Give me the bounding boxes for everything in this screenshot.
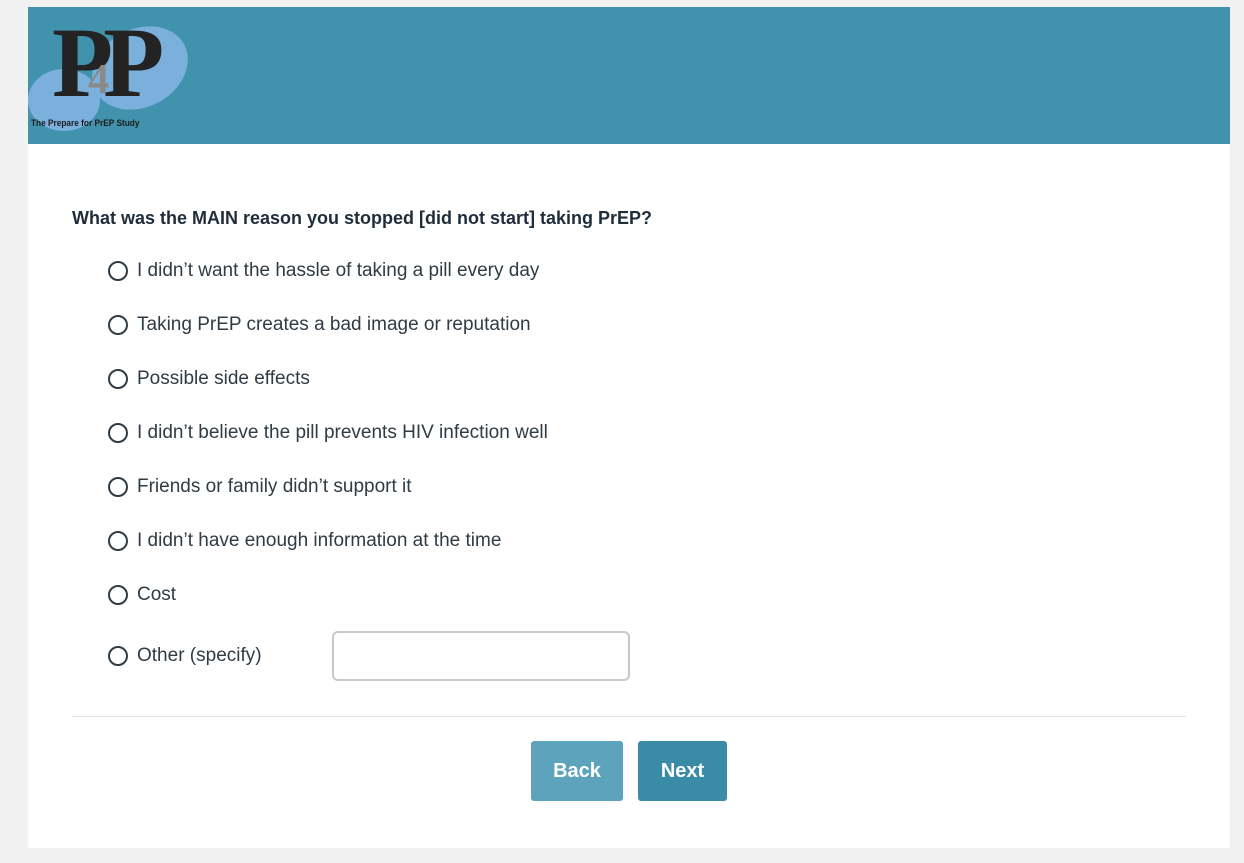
radio-button[interactable] (108, 261, 128, 281)
radio-button[interactable] (108, 646, 128, 666)
option-label: I didn’t have enough information at the … (137, 530, 502, 551)
option-label: Taking PrEP creates a bad image or reput… (137, 314, 531, 335)
option-label: I didn’t want the hassle of taking a pil… (137, 260, 540, 281)
option-cost[interactable]: Cost (108, 580, 176, 610)
divider (72, 716, 1186, 717)
survey-card: PP 4 The Prepare for PrEP Study What was… (28, 7, 1230, 848)
option-label: Other (specify) (137, 645, 262, 666)
option-not-enough-info[interactable]: I didn’t have enough information at the … (108, 526, 501, 556)
option-bad-image[interactable]: Taking PrEP creates a bad image or reput… (108, 310, 531, 340)
question-text: What was the MAIN reason you stopped [di… (72, 208, 653, 228)
radio-button[interactable] (108, 369, 128, 389)
option-label: Friends or family didn’t support it (137, 476, 412, 497)
radio-button[interactable] (108, 315, 128, 335)
next-button[interactable]: Next (638, 741, 727, 801)
option-not-effective[interactable]: I didn’t believe the pill prevents HIV i… (108, 418, 548, 448)
radio-button[interactable] (108, 423, 128, 443)
option-label: Cost (137, 584, 177, 605)
option-hassle[interactable]: I didn’t want the hassle of taking a pil… (108, 256, 539, 286)
p4p-logo: PP 4 The Prepare for PrEP Study (28, 7, 203, 144)
back-button[interactable]: Back (531, 741, 623, 801)
radio-button[interactable] (108, 477, 128, 497)
option-label: I didn’t believe the pill prevents HIV i… (137, 422, 548, 443)
option-side-effects[interactable]: Possible side effects (108, 364, 310, 394)
option-other[interactable]: Other (specify) (108, 641, 262, 671)
site-header: PP 4 The Prepare for PrEP Study (28, 7, 1230, 144)
logo-caption: The Prepare for PrEP Study (31, 118, 140, 128)
logo-number: 4 (88, 57, 109, 103)
radio-button[interactable] (108, 585, 128, 605)
option-no-support[interactable]: Friends or family didn’t support it (108, 472, 412, 502)
other-specify-input[interactable] (332, 631, 630, 681)
option-label: Possible side effects (137, 368, 310, 389)
radio-button[interactable] (108, 531, 128, 551)
